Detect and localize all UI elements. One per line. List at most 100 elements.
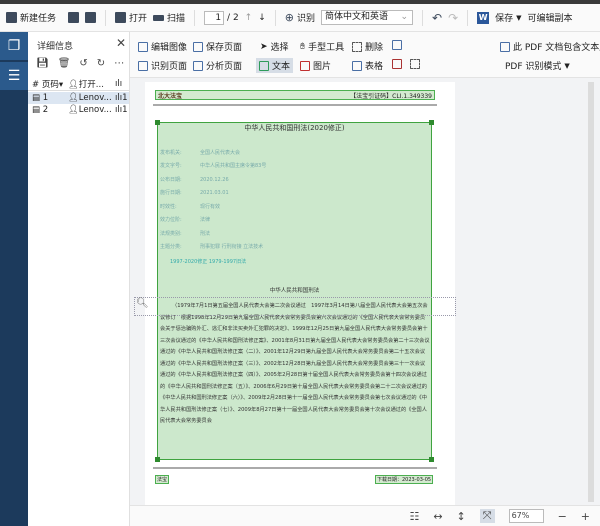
edit-image-icon: [138, 41, 148, 52]
footer-left-block[interactable]: 法宝: [155, 475, 170, 484]
fit-height-icon[interactable]: ↕: [457, 510, 466, 523]
save-page-icon: [193, 41, 203, 52]
column-header[interactable]: # 页码▾: [28, 78, 68, 90]
text-layer-info: 此 PDF 文档包含文本层: [500, 40, 600, 53]
folder-icon: [115, 12, 127, 23]
document-title: 中华人民共和国刑法(2020修正): [244, 124, 345, 132]
meta-row: 发布机关: 全国人民代表大会: [160, 150, 241, 156]
magnifier-icon[interactable]: 🔍︎: [136, 298, 149, 309]
divider: [105, 9, 107, 26]
language-select[interactable]: 简体中文和英语 ⌄: [321, 10, 413, 25]
editable-copy-label[interactable]: 可编辑副本: [528, 11, 573, 24]
divider: [274, 9, 276, 26]
list-icon[interactable]: ☰: [0, 62, 28, 90]
divider: [153, 104, 437, 106]
divider: [194, 9, 196, 26]
pages-icon[interactable]: ❐: [0, 32, 28, 60]
column-header[interactable]: 👤︎打开...: [68, 78, 115, 90]
table-row[interactable]: ▤ 2 👤︎Lenov... ılı1: [28, 104, 129, 116]
header-ref: 【法宝引证码】CLI.1.349339: [350, 92, 432, 100]
meta-row: 公布日期: 2020.12.26: [160, 177, 229, 183]
meta-row: 法规类别: 刑法: [160, 231, 211, 237]
recognize-button[interactable]: ⊕ 识别: [285, 11, 315, 24]
analyze-page-icon: [193, 60, 203, 71]
open-button[interactable]: 打开: [115, 11, 147, 24]
meta-row: 发文字号: 中华人民共和国主席令第83号: [160, 163, 267, 169]
next-page-icon[interactable]: ↓: [258, 13, 266, 23]
recognize-icon: ⊕: [284, 11, 294, 24]
divider: [153, 467, 437, 469]
layers-add-icon[interactable]: [68, 12, 80, 23]
edit-image-button[interactable]: 编辑图像: [138, 40, 187, 53]
details-panel: 详细信息 ✕ 💾︎ 🗑︎ ↺ ↻ ⋯ # 页码▾ 👤︎打开... ılı ▤ 1…: [28, 32, 130, 526]
text-recognition-area[interactable]: 中华人民共和国刑法(2020修正) 发布机关: 全国人民代表大会 发文字号: 中华人…: [155, 120, 434, 462]
recognize-page-button[interactable]: 识别页面: [138, 59, 187, 72]
hand-icon: ✋︎: [300, 41, 306, 52]
document-icon: [500, 41, 510, 52]
document-body: （1979年7月1日第五届全国人民代表大会第二次会议通过 1997年3月14日第…: [160, 303, 430, 424]
text-area-icon: [259, 60, 269, 71]
trash-icon[interactable]: 🗑︎: [58, 58, 71, 69]
page-number-input[interactable]: 1: [204, 10, 225, 25]
redo-icon[interactable]: ↷: [448, 11, 458, 25]
save-page-button[interactable]: 保存页面: [193, 40, 242, 53]
cursor-icon: ➤: [260, 41, 268, 52]
vertical-scrollbar[interactable]: [588, 82, 594, 502]
fit-page-icon[interactable]: ⤧: [479, 509, 495, 523]
panel-title: 详细信息: [37, 42, 74, 52]
logo: 北大法宝: [158, 92, 183, 100]
close-icon[interactable]: ✕: [116, 36, 126, 50]
zoom-select[interactable]: 67%: [508, 509, 544, 523]
chevron-down-icon: ⌄: [400, 12, 408, 22]
picture-area-button[interactable]: 图片: [300, 59, 331, 72]
reorder-area-icon[interactable]: [392, 40, 402, 50]
zoom-in-icon[interactable]: +: [581, 510, 590, 523]
header-text-block[interactable]: 北大法宝 【法宝引证码】CLI.1.349339: [155, 90, 435, 100]
divider: [422, 9, 423, 26]
rotate-right-icon[interactable]: ↻: [97, 58, 105, 69]
divider: [467, 9, 469, 26]
text-area-button[interactable]: 文本: [256, 58, 294, 73]
status-bar: ☷ ↔ ↕ ⤧ 67% − +: [130, 505, 600, 526]
column-header[interactable]: ılı: [115, 79, 129, 89]
table-row[interactable]: ▤ 1 👤︎Lenov... ılı1: [28, 92, 129, 104]
table-icon: [352, 60, 362, 71]
document-subtitle: 中华人民共和国刑法: [269, 288, 320, 294]
version-links[interactable]: 1997-2020修正 1979-1997旧法: [170, 258, 246, 265]
fit-width-icon[interactable]: ↔: [433, 510, 442, 523]
layers-icon[interactable]: [85, 12, 97, 23]
ribbon: 编辑图像 保存页面 识别页面 分析页面 ➤ 选择 ✋︎ 手型工具 删除 文本 图片 …: [130, 32, 600, 78]
meta-row: 时效性: 现行有效: [160, 204, 221, 210]
delete-button[interactable]: 删除: [352, 40, 383, 53]
new-task-button[interactable]: 新建任务: [6, 11, 56, 24]
analyze-page-button[interactable]: 分析页面: [193, 59, 242, 72]
caret-down-icon: ▼: [564, 61, 570, 70]
new-task-icon: [6, 12, 17, 23]
save-icon[interactable]: 💾︎: [36, 58, 49, 69]
scanner-icon: [153, 14, 165, 21]
undo-icon[interactable]: ↶: [432, 11, 442, 25]
more-icon[interactable]: ⋯: [114, 58, 124, 69]
rotate-left-icon[interactable]: ↺: [79, 58, 87, 69]
hand-tool-button[interactable]: ✋︎ 手型工具: [300, 40, 344, 54]
scan-button[interactable]: 扫描: [153, 11, 185, 24]
prev-page-icon[interactable]: ↑: [245, 13, 253, 23]
meta-row: 施行日期: 2021.03.01: [160, 190, 229, 196]
meta-row: 主题分类: 刑事犯罪 行刑衔接 立法技术: [160, 244, 264, 250]
background-area-icon[interactable]: [410, 59, 420, 69]
table-area-button[interactable]: 表格: [352, 59, 383, 72]
zoom-out-icon[interactable]: −: [558, 510, 567, 523]
pdf-mode-dropdown[interactable]: PDF 识别模式 ▼: [505, 59, 570, 73]
caret-down-icon: ▼: [516, 13, 522, 22]
barcode-area-icon[interactable]: [392, 59, 402, 69]
page-layout-icon[interactable]: ☷: [409, 510, 419, 523]
meta-row: 效力位阶: 法律: [160, 217, 211, 223]
resize-handle[interactable]: [155, 457, 160, 462]
save-button[interactable]: 保存 ▼: [495, 11, 522, 25]
resize-handle[interactable]: [429, 457, 434, 462]
select-tool-button[interactable]: ➤ 选择: [260, 40, 289, 54]
recognize-page-icon: [138, 60, 148, 71]
footer-right-block[interactable]: 下载日期：2023-03-05: [375, 475, 434, 484]
table-header: # 页码▾ 👤︎打开... ılı: [28, 78, 129, 91]
page-total: / 2: [227, 12, 239, 23]
